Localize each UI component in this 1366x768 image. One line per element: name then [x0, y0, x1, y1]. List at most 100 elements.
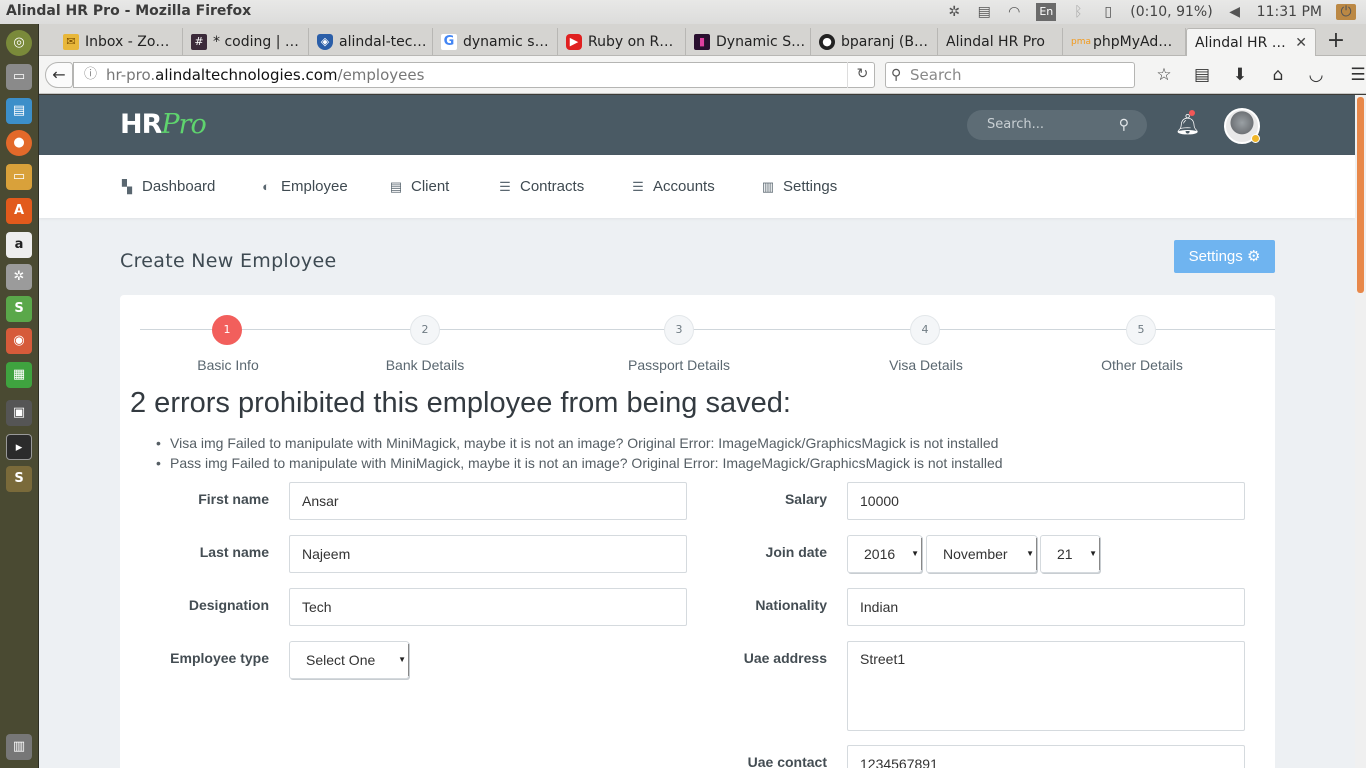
menu-item-contracts[interactable]: ☰ Contracts: [498, 178, 584, 195]
wizard-step-2[interactable]: 2: [410, 315, 440, 345]
menu-item-settings[interactable]: ▥ Settings: [761, 178, 837, 195]
user-avatar[interactable]: [1224, 108, 1260, 144]
browser-tab[interactable]: G dynamic s…: [433, 28, 558, 56]
employee-icon: ◐: [262, 179, 270, 194]
back-button[interactable]: ←: [45, 62, 73, 88]
wizard-step-5[interactable]: 5: [1126, 315, 1156, 345]
firefox-icon[interactable]: ●: [6, 130, 32, 156]
terminal-icon[interactable]: ▸: [6, 434, 32, 460]
settings-button[interactable]: Settings ⚙: [1174, 240, 1275, 273]
page-scrollbar[interactable]: [1355, 95, 1366, 768]
wizard-step-label[interactable]: Passport Details: [628, 357, 730, 373]
search-icon[interactable]: ⚲: [1119, 110, 1129, 140]
join-day-select[interactable]: 21 ▼: [1040, 535, 1100, 573]
contracts-icon: ☰: [499, 178, 511, 194]
pocket-icon[interactable]: ◡: [1297, 62, 1335, 88]
trash-icon[interactable]: ▥: [6, 734, 32, 760]
bookmark-star-icon[interactable]: ☆: [1145, 62, 1183, 88]
hamburger-menu-icon[interactable]: ☰: [1339, 62, 1366, 88]
wizard-step-4[interactable]: 4: [910, 315, 940, 345]
keyboard-language-indicator[interactable]: En: [1036, 3, 1057, 21]
browser-tab-active[interactable]: Alindal HR … ✕: [1186, 28, 1316, 56]
employee-type-select[interactable]: Select One ▼: [289, 641, 409, 679]
first-name-field[interactable]: Ansar: [289, 482, 687, 520]
reading-list-icon[interactable]: ▤: [1183, 62, 1221, 88]
salary-field[interactable]: 10000: [847, 482, 1245, 520]
scrollbar-thumb[interactable]: [1357, 97, 1364, 293]
menu-item-dashboard[interactable]: ▚ Dashboard: [120, 178, 215, 195]
browser-tab[interactable]: ▶ Ruby on R…: [558, 28, 686, 56]
calc-icon[interactable]: ▦: [6, 362, 32, 388]
salary-label: Salary: [784, 491, 827, 507]
app-logo[interactable]: HRPro: [120, 109, 207, 140]
browser-tab[interactable]: ✉ Inbox - Zo…: [55, 28, 183, 56]
battery-status[interactable]: (0:10, 91%): [1130, 4, 1212, 20]
browser-tab[interactable]: ● bparanj (B…: [811, 28, 938, 56]
files-icon[interactable]: ▭: [6, 64, 32, 90]
close-tab-icon[interactable]: ✕: [1295, 35, 1307, 51]
cheese-icon[interactable]: ◉: [6, 328, 32, 354]
impress-icon[interactable]: ▭: [6, 164, 32, 190]
wizard-step-label[interactable]: Visa Details: [889, 357, 963, 373]
wizard-progress-line: [140, 329, 1275, 330]
system-settings-icon[interactable]: ✲: [6, 264, 32, 290]
nationality-field[interactable]: Indian: [847, 588, 1245, 626]
new-tab-button[interactable]: +: [1322, 28, 1350, 56]
wizard-step-label[interactable]: Bank Details: [386, 357, 465, 373]
error-list: Visa img Failed to manipulate with MiniM…: [156, 433, 1003, 473]
menu-item-employee[interactable]: ◐ Employee: [259, 178, 348, 195]
browser-search-input[interactable]: ⚲ Search: [885, 62, 1135, 88]
browser-tab[interactable]: pma phpMyAd…: [1063, 28, 1186, 56]
browser-tab[interactable]: ◈ alindal-tec…: [309, 28, 433, 56]
amazon-icon[interactable]: a: [6, 232, 32, 258]
header-search-input[interactable]: Search... ⚲: [967, 110, 1147, 140]
designation-field[interactable]: Tech: [289, 588, 687, 626]
last-name-field[interactable]: Najeem: [289, 535, 687, 573]
site-info-icon[interactable]: ⓘ: [84, 63, 97, 87]
join-month-select[interactable]: November ▼: [926, 535, 1037, 573]
toolbar-icons: ☆ ▤ ⬇ ⌂ ◡ ☰: [1145, 62, 1366, 88]
browser-tab[interactable]: Alindal HR Pro: [938, 28, 1063, 56]
software-center-icon[interactable]: A: [6, 198, 32, 224]
google-icon: G: [441, 34, 457, 50]
wizard-step-3[interactable]: 3: [664, 315, 694, 345]
github-icon: ●: [819, 34, 835, 50]
notification-bell-icon[interactable]: 🔔︎: [1175, 110, 1200, 136]
video-editor-icon[interactable]: ▣: [6, 400, 32, 426]
bluetooth-icon[interactable]: ᛒ: [1070, 4, 1086, 20]
clock[interactable]: 11:31 PM: [1257, 4, 1322, 20]
uae-address-textarea[interactable]: Street1: [847, 641, 1245, 731]
dashboard-icon: ▚: [122, 178, 132, 194]
sublime-text-icon[interactable]: S: [6, 466, 32, 492]
wifi-icon[interactable]: ◠: [1006, 4, 1022, 20]
wizard-step-label[interactable]: Basic Info: [197, 357, 258, 373]
pma-icon: pma: [1071, 37, 1091, 47]
battery-icon[interactable]: ▯: [1100, 4, 1116, 20]
uae-contact-field[interactable]: 1234567891: [847, 745, 1245, 768]
wizard-step-label[interactable]: Other Details: [1101, 357, 1183, 373]
sublime-icon[interactable]: S: [6, 296, 32, 322]
window-title: Alindal HR Pro - Mozilla Firefox: [6, 3, 252, 19]
downloads-icon[interactable]: ⬇: [1221, 62, 1259, 88]
reload-icon[interactable]: ↻: [847, 62, 877, 88]
home-icon[interactable]: ⌂: [1259, 62, 1297, 88]
url-bar[interactable]: ⓘ hr-pro.alindaltechnologies.com/employe…: [73, 62, 875, 88]
settings-gear-icon[interactable]: ✲: [946, 4, 962, 20]
error-item: Pass img Failed to manipulate with MiniM…: [156, 453, 1003, 473]
ubuntu-dash-icon[interactable]: ◎: [6, 30, 32, 56]
employee-type-label: Employee type: [170, 650, 269, 666]
url-prefix: hr-pro.: [106, 66, 156, 84]
dropdown-caret-icon: ▼: [1026, 536, 1037, 572]
browser-tab[interactable]: ▮ Dynamic S…: [686, 28, 811, 56]
join-year-select[interactable]: 2016 ▼: [847, 535, 922, 573]
wizard-step-1[interactable]: 1: [212, 315, 242, 345]
menu-item-client[interactable]: ▤ Client: [389, 178, 450, 195]
browser-tab[interactable]: # * coding | …: [183, 28, 309, 56]
session-menu-icon[interactable]: ⏻: [1336, 4, 1356, 20]
volume-icon[interactable]: ◀: [1227, 4, 1243, 20]
designation-label: Designation: [188, 597, 269, 613]
printer-icon[interactable]: ▤: [976, 4, 992, 20]
menu-item-accounts[interactable]: ☰ Accounts: [631, 178, 715, 195]
accounts-icon: ☰: [632, 178, 644, 194]
writer-icon[interactable]: ▤: [6, 98, 32, 124]
